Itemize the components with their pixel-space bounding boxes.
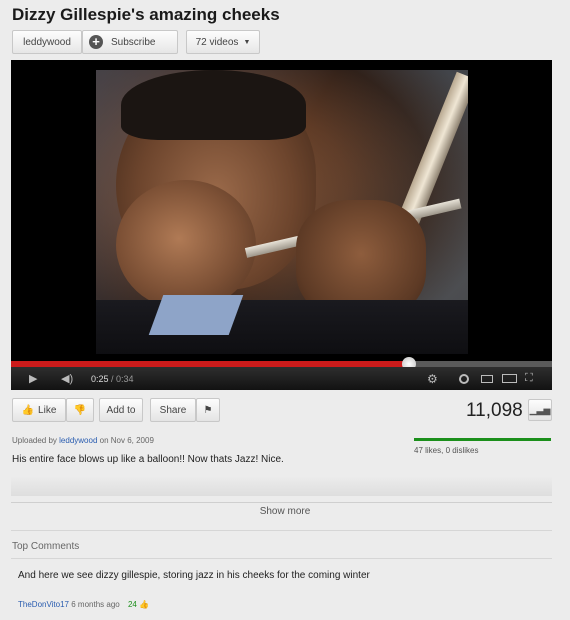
quality-icon[interactable] <box>459 374 469 384</box>
thumbs-down-icon: 👎 <box>73 404 87 416</box>
comments-header: Top Comments <box>12 541 80 552</box>
performer-cheek <box>116 180 256 310</box>
view-count: 11,098 <box>466 400 523 421</box>
video-frame[interactable] <box>96 70 468 354</box>
subscribe-button[interactable]: + Subscribe <box>82 30 178 54</box>
like-button[interactable]: 👍 Like <box>12 398 66 422</box>
divider <box>11 558 552 559</box>
subscribe-label: Subscribe <box>111 36 156 48</box>
uploaded-prefix: Uploaded by <box>12 436 57 445</box>
comment-text: And here we see dizzy gillespie, storing… <box>18 570 370 581</box>
divider <box>11 530 552 531</box>
volume-icon[interactable]: ◀) <box>61 372 73 385</box>
widescreen-icon[interactable] <box>502 374 517 383</box>
likes-dislikes: 47 likes, 0 dislikes <box>414 446 479 455</box>
share-button[interactable]: Share <box>150 398 196 422</box>
performer-hair <box>121 70 306 140</box>
time-current: 0:25 <box>91 374 109 384</box>
comment-age: 6 months ago <box>71 600 120 609</box>
like-ratio-bar <box>414 438 551 441</box>
thumbs-up-icon: 👍 <box>21 404 35 416</box>
share-label: Share <box>159 404 187 416</box>
popout-icon[interactable] <box>481 375 493 383</box>
show-more-button[interactable]: Show more <box>0 506 570 517</box>
player-controls: ▶ ◀) 0:25 / 0:34 ⚙ ⛶ <box>11 367 552 390</box>
description-fade <box>11 476 552 496</box>
flag-icon: ⚑ <box>203 404 213 416</box>
play-icon[interactable]: ▶ <box>29 372 37 385</box>
gear-icon[interactable]: ⚙ <box>427 372 438 386</box>
comment-meta: TheDonVito17 6 months ago 24 👍 <box>18 600 149 609</box>
comment-score: 24 <box>127 600 137 609</box>
add-to-button[interactable]: Add to <box>99 398 143 422</box>
flag-button[interactable]: ⚑ <box>196 398 220 422</box>
like-label: Like <box>38 404 57 416</box>
videos-dropdown[interactable]: 72 videos ▼ <box>186 30 260 54</box>
divider <box>11 502 552 503</box>
thumbs-up-icon[interactable]: 👍 <box>139 600 149 609</box>
uploader-link[interactable]: leddywood <box>59 436 97 445</box>
fullscreen-icon[interactable]: ⛶ <box>525 372 533 385</box>
uploaded-date: on Nov 6, 2009 <box>99 436 154 445</box>
plus-icon: + <box>89 35 103 49</box>
channel-label: leddywood <box>23 36 71 48</box>
comment-author[interactable]: TheDonVito17 <box>18 600 69 609</box>
video-title: Dizzy Gillespie's amazing cheeks <box>12 5 280 24</box>
time-display: 0:25 / 0:34 <box>91 374 134 384</box>
add-to-label: Add to <box>106 404 136 416</box>
channel-button[interactable]: leddywood <box>12 30 82 54</box>
videos-label: 72 videos <box>195 36 239 48</box>
time-separator: / <box>108 374 117 384</box>
dislike-button[interactable]: 👎 <box>66 398 94 422</box>
video-description: His entire face blows up like a balloon!… <box>12 454 284 465</box>
time-total: 0:34 <box>116 374 134 384</box>
video-player[interactable]: ▶ ◀) 0:25 / 0:34 ⚙ ⛶ <box>11 60 552 390</box>
performer-collar <box>148 295 244 335</box>
stats-icon[interactable]: ▁▃▅ <box>528 399 552 421</box>
upload-info: Uploaded by leddywood on Nov 6, 2009 <box>12 436 154 445</box>
chevron-down-icon: ▼ <box>243 38 251 46</box>
